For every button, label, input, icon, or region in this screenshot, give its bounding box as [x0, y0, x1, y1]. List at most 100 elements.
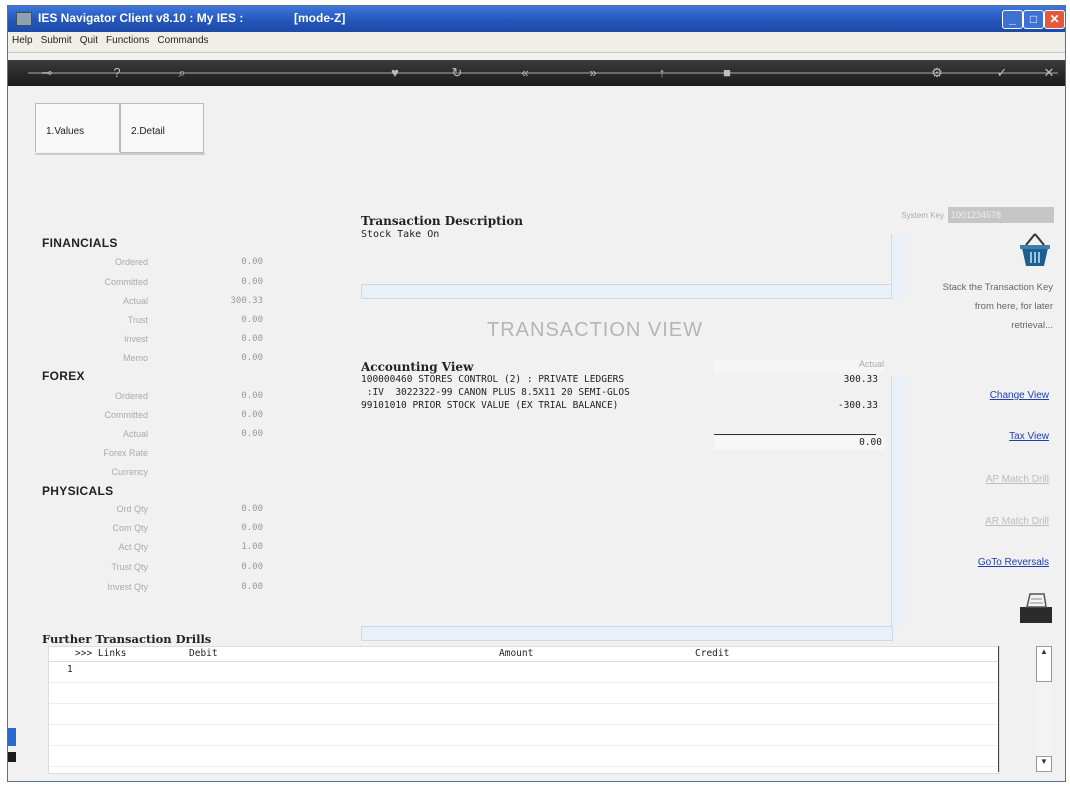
stack-basket-icon[interactable]: [1014, 232, 1056, 270]
transaction-description-title: Transaction Description: [361, 214, 523, 228]
app-window: IES Navigator Client v8.10 : My IES : [m…: [7, 5, 1066, 782]
table-row[interactable]: 1: [49, 662, 999, 683]
value-ordered: 0.00: [241, 257, 263, 267]
value-fx-committed: 0.00: [241, 410, 263, 420]
search-icon[interactable]: ⌕: [173, 64, 191, 82]
menu-submit[interactable]: Submit: [37, 32, 76, 46]
label-fx-committed: Committed: [104, 410, 148, 420]
up-icon[interactable]: ↑: [653, 64, 671, 82]
value-trust: 0.00: [241, 315, 263, 325]
next-icon[interactable]: »: [584, 64, 602, 82]
help-icon[interactable]: ?: [108, 64, 126, 82]
change-view-link[interactable]: Change View: [943, 390, 1049, 401]
accounting-line-3: 99101010 PRIOR STOCK VALUE (EX TRIAL BAL…: [361, 400, 619, 411]
table-row[interactable]: [49, 704, 999, 725]
side-marker-icon: [8, 752, 16, 762]
drills-vscrollbar[interactable]: ▲ ▼: [1036, 646, 1052, 772]
title-bar: IES Navigator Client v8.10 : My IES : [m…: [8, 6, 1065, 32]
exit-icon[interactable]: ⊸: [38, 64, 56, 82]
label-invest-qty: Invest Qty: [107, 582, 148, 592]
grid-header: >>> Links Debit Amount Credit: [49, 647, 999, 662]
label-currency: Currency: [111, 467, 148, 477]
actual-column-header: Actual: [714, 359, 884, 373]
label-forex-rate: Forex Rate: [103, 448, 148, 458]
scroll-down-icon[interactable]: ▼: [1036, 756, 1052, 772]
scroll-up-icon[interactable]: ▲: [1036, 646, 1052, 682]
system-key-field[interactable]: 1001234578: [948, 207, 1054, 223]
value-invest: 0.00: [241, 334, 263, 344]
ar-match-drill-link[interactable]: AR Match Drill: [943, 516, 1049, 527]
forex-title: FOREX: [42, 369, 85, 383]
grid-divider: [998, 646, 999, 772]
financials-title: FINANCIALS: [42, 236, 118, 250]
stack-hint: Stack the Transaction Key from here, for…: [942, 282, 1053, 331]
maximize-icon[interactable]: □: [1023, 10, 1044, 29]
menu-help[interactable]: Help: [8, 32, 37, 46]
col-credit: Credit: [695, 648, 730, 659]
label-ord-qty: Ord Qty: [116, 504, 148, 514]
table-row[interactable]: [49, 746, 999, 767]
tax-view-link[interactable]: Tax View: [943, 431, 1049, 442]
physicals-title: PHYSICALS: [42, 484, 114, 498]
value-ord-qty: 0.00: [241, 504, 263, 514]
stop-icon[interactable]: ■: [718, 64, 736, 82]
table-row[interactable]: [49, 725, 999, 746]
label-com-qty: Com Qty: [112, 523, 148, 533]
label-trust: Trust: [127, 315, 148, 325]
menu-commands[interactable]: Commands: [153, 32, 212, 46]
menu-quit[interactable]: Quit: [76, 32, 102, 46]
app-icon: [16, 12, 32, 26]
print-icon[interactable]: [1018, 591, 1054, 625]
value-fx-ordered: 0.00: [241, 391, 263, 401]
label-committed: Committed: [104, 277, 148, 287]
goto-reversals-link[interactable]: GoTo Reversals: [943, 557, 1049, 568]
description-hscrollbar[interactable]: [361, 284, 893, 299]
amount-3: -300.33: [837, 400, 878, 411]
value-act-qty: 1.00: [241, 542, 263, 552]
value-memo: 0.00: [241, 353, 263, 363]
accounting-view-title: Accounting View: [361, 360, 474, 374]
tab-detail[interactable]: 2.Detail: [120, 103, 204, 153]
table-row[interactable]: [49, 683, 999, 704]
tab-underline: [35, 153, 205, 155]
value-trust-qty: 0.00: [241, 562, 263, 572]
ok-icon[interactable]: ✓: [993, 64, 1011, 82]
drills-grid[interactable]: >>> Links Debit Amount Credit 1: [48, 646, 1000, 774]
minimize-icon[interactable]: _: [1002, 10, 1023, 29]
label-invest: Invest: [123, 334, 148, 344]
settings-icon[interactable]: ⚙: [928, 64, 946, 82]
tab-values[interactable]: 1.Values: [35, 103, 120, 152]
accounting-vscrollbar[interactable]: [891, 376, 906, 626]
amount-1: 300.33: [843, 374, 878, 385]
total-rule: [714, 434, 876, 435]
menu-functions[interactable]: Functions: [102, 32, 153, 46]
row-number: 1: [67, 664, 73, 675]
system-key-label: System Key: [901, 211, 944, 220]
transaction-description-text: Stock Take On: [361, 229, 440, 240]
refresh-icon[interactable]: ↻: [448, 64, 466, 82]
label-fx-ordered: Ordered: [114, 391, 148, 401]
accounting-hscrollbar[interactable]: [361, 626, 893, 641]
col-amount: Amount: [499, 648, 534, 659]
ap-match-drill-link[interactable]: AP Match Drill: [943, 474, 1049, 485]
label-memo: Memo: [122, 353, 148, 363]
tab-detail-label: 2.Detail: [131, 126, 165, 137]
toolbar: ⊸ ? ⌕ ♥ ↻ « » ↑ ■ ⚙ ✓ ✕: [8, 60, 1065, 86]
close-window-icon[interactable]: ✕: [1044, 10, 1065, 29]
side-tab-icon[interactable]: [8, 728, 16, 746]
value-com-qty: 0.00: [241, 523, 263, 533]
label-trust-qty: Trust Qty: [111, 562, 148, 572]
value-actual: 300.33: [230, 296, 263, 306]
tab-values-label: 1.Values: [46, 126, 85, 137]
description-vscrollbar[interactable]: [891, 234, 906, 297]
favorite-icon[interactable]: ♥: [386, 64, 404, 82]
col-debit: Debit: [189, 648, 218, 659]
transaction-view-title: TRANSACTION VIEW: [487, 319, 704, 341]
window-title: IES Navigator Client v8.10 : My IES :: [38, 11, 244, 25]
prev-icon[interactable]: «: [516, 64, 534, 82]
accounting-line-1: 100000460 STORES CONTROL (2) : PRIVATE L…: [361, 374, 625, 385]
col-links: >>> Links: [75, 648, 127, 659]
label-actual: Actual: [122, 296, 148, 306]
close-icon[interactable]: ✕: [1040, 64, 1058, 82]
value-committed: 0.00: [241, 277, 263, 287]
